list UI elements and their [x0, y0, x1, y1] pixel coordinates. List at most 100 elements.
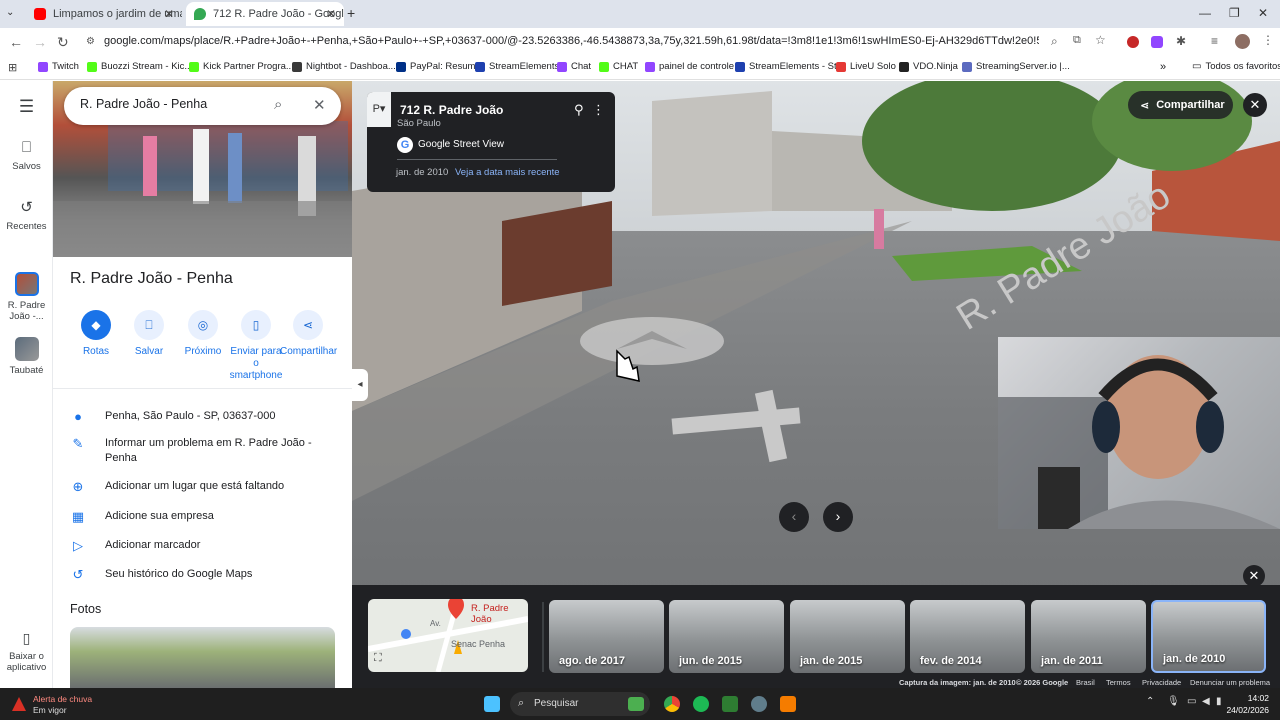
folder-label: Todos os favoritos	[1205, 61, 1280, 72]
install-icon[interactable]: ⧉	[1073, 34, 1081, 47]
close-tab-icon[interactable]: ✕	[326, 7, 336, 21]
report-problem-row[interactable]: ✎ Informar um problema em R. Padre João …	[70, 436, 340, 466]
report-problem-link[interactable]: Denunciar um problema	[1190, 678, 1270, 687]
weather-alert-title[interactable]: Alerta de chuva	[33, 694, 92, 704]
timeline-thumb[interactable]: jan. de 2011	[1031, 600, 1146, 673]
close-tab-icon[interactable]: ✕	[164, 7, 174, 21]
latest-date-link[interactable]: Veja a data mais recente	[455, 167, 560, 178]
bookmark-item[interactable]: LiveU Solo	[836, 61, 896, 72]
app-icon[interactable]	[780, 696, 796, 712]
new-tab-icon[interactable]: +	[347, 5, 355, 21]
bookmark-item[interactable]: Kick Partner Progra...	[189, 61, 294, 72]
tab-youtube[interactable]: Limpamos o jardim de uma cas ✕	[26, 2, 182, 26]
rail-item-recent-place[interactable]: Taubaté	[0, 337, 53, 376]
star-icon[interactable]: ☆	[1095, 33, 1106, 47]
send-to-phone-button[interactable]: ▯ Enviar para o smartphone	[228, 310, 284, 382]
chevron-right-icon[interactable]: ›	[823, 502, 853, 532]
bookmark-item[interactable]: Chat	[557, 61, 591, 72]
mini-map[interactable]: R. Padre João Senac Penha Av. ⛶	[368, 599, 528, 672]
maps-history-row[interactable]: ↺ Seu histórico do Google Maps	[70, 567, 340, 582]
extensions-puzzle-icon[interactable]: ✱	[1176, 34, 1186, 48]
share-button[interactable]: ⋖ Compartilhar	[280, 310, 337, 358]
directions-button[interactable]: ◆ Rotas	[68, 310, 124, 358]
network-icon[interactable]: ▭	[1187, 696, 1196, 707]
bookmarks-overflow-icon[interactable]: »	[1160, 61, 1166, 73]
pin-icon[interactable]: ⚲	[574, 102, 584, 118]
share-button[interactable]: ⋖ Compartilhar	[1128, 91, 1233, 119]
battery-icon[interactable]: ▮	[1216, 696, 1222, 707]
street-view-panorama[interactable]: R. Padre João P▾ 712 R. Padre João São P…	[352, 81, 1280, 688]
photo-thumbnail[interactable]	[70, 627, 335, 688]
close-window-icon[interactable]: ✕	[1258, 6, 1268, 20]
country-link[interactable]: Brasil	[1076, 678, 1095, 687]
bookmark-item[interactable]: painel de controle	[645, 61, 734, 72]
menu-icon[interactable]: ☰	[0, 97, 53, 117]
chrome-icon[interactable]	[664, 696, 680, 712]
privacy-link[interactable]: Privacidade	[1142, 678, 1181, 687]
tab-search-list-icon[interactable]: ≡	[1211, 34, 1218, 48]
fullscreen-icon[interactable]: ⛶	[374, 652, 382, 665]
bookmark-item[interactable]: Nightbot - Dashboa...	[292, 61, 396, 72]
windows-start-icon[interactable]	[484, 696, 500, 712]
bookmark-item[interactable]: VDO.Ninja	[899, 61, 958, 72]
tab-google-maps[interactable]: 712 R. Padre João - Google Ma ✕	[186, 2, 344, 26]
bookmark-item[interactable]: PayPal: Resumo	[396, 61, 481, 72]
back-icon[interactable]: ←	[9, 34, 23, 50]
site-info-icon[interactable]: ⚙	[86, 36, 95, 47]
zoom-icon[interactable]: ⌕	[1051, 34, 1058, 49]
apps-grid-icon[interactable]: ⊞	[8, 61, 17, 74]
close-street-view-icon[interactable]: ✕	[1243, 93, 1267, 117]
more-options-icon[interactable]: ⋮	[592, 102, 605, 118]
rail-item-recent[interactable]: ↺ Recentes	[0, 198, 53, 232]
clock-time[interactable]: 14:02	[1233, 693, 1269, 703]
add-missing-place-row[interactable]: ⊕ Adicionar um lugar que está faltando	[70, 479, 340, 494]
terms-link[interactable]: Termos	[1106, 678, 1131, 687]
search-icon[interactable]: ⌕	[274, 96, 282, 113]
close-icon[interactable]: ✕	[313, 96, 326, 114]
close-timeline-icon[interactable]: ✕	[1243, 565, 1265, 587]
bookmark-item[interactable]: Twitch	[38, 61, 79, 72]
collapse-panel-button[interactable]: ◂	[352, 369, 368, 401]
volume-icon[interactable]: ◀	[1202, 696, 1210, 707]
timeline-thumb[interactable]: jun. de 2015	[669, 600, 784, 673]
bookmark-item[interactable]: Buozzi Stream - Kic...	[87, 61, 192, 72]
maximize-icon[interactable]: ❐	[1229, 6, 1240, 20]
nearby-button[interactable]: ◎ Próximo	[175, 310, 231, 358]
bookmark-item[interactable]: StreamingServer.io |...	[962, 61, 1070, 72]
url-field[interactable]: google.com/maps/place/R.+Padre+João+-+Pe…	[104, 35, 1039, 47]
bookmark-item[interactable]: CHAT	[599, 61, 638, 72]
browser-menu-icon[interactable]: ⋮	[1262, 33, 1274, 47]
extension-icon[interactable]	[1127, 36, 1139, 48]
timeline-thumb[interactable]: jan. de 2015	[790, 600, 905, 673]
timeline-thumb[interactable]: ago. de 2017	[549, 600, 664, 673]
add-label-row[interactable]: ▷ Adicionar marcador	[70, 538, 340, 553]
bookmark-item[interactable]: StreamElements	[475, 61, 559, 72]
forward-icon[interactable]: →	[33, 34, 47, 50]
profile-avatar[interactable]	[1235, 34, 1250, 49]
microphone-icon[interactable]: 🎙	[1167, 696, 1180, 707]
timeline-thumb[interactable]: fev. de 2014	[910, 600, 1025, 673]
layers-toggle[interactable]: P▾	[367, 92, 391, 127]
chevron-left-icon[interactable]: ‹	[779, 502, 809, 532]
settings-icon[interactable]	[751, 696, 767, 712]
tab-search-icon[interactable]: ⌄	[6, 7, 14, 18]
timeline-thumb-selected[interactable]: jan. de 2010	[1151, 600, 1266, 673]
all-favorites-folder[interactable]: ▭ Todos os favoritos	[1192, 61, 1280, 72]
minimize-icon[interactable]: —	[1199, 6, 1211, 20]
extension-icon[interactable]	[1151, 36, 1163, 48]
reload-icon[interactable]: ↻	[57, 34, 69, 51]
address-row[interactable]: ● Penha, São Paulo - SP, 03637-000	[70, 409, 340, 424]
spotify-icon[interactable]	[693, 696, 709, 712]
search-input[interactable]	[80, 97, 260, 111]
tray-overflow-icon[interactable]: ⌃	[1146, 696, 1154, 707]
bookmark-item[interactable]: StreamElements - St...	[735, 61, 845, 72]
search-box[interactable]: ⌕ ✕	[64, 87, 341, 125]
rail-item-saved[interactable]: ⎕ Salvos	[0, 139, 53, 172]
app-icon[interactable]	[722, 696, 738, 712]
add-business-row[interactable]: ▦ Adicione sua empresa	[70, 509, 340, 524]
clock-date[interactable]: 24/02/2026	[1222, 705, 1269, 715]
taskbar-search[interactable]: ⌕ Pesquisar	[510, 692, 650, 716]
rail-item-download-app[interactable]: ▯ Baixar o aplicativo	[0, 630, 53, 673]
rail-item-recent-place[interactable]: R. Padre João -...	[0, 272, 53, 322]
save-button[interactable]: ⎕ Salvar	[121, 310, 177, 358]
